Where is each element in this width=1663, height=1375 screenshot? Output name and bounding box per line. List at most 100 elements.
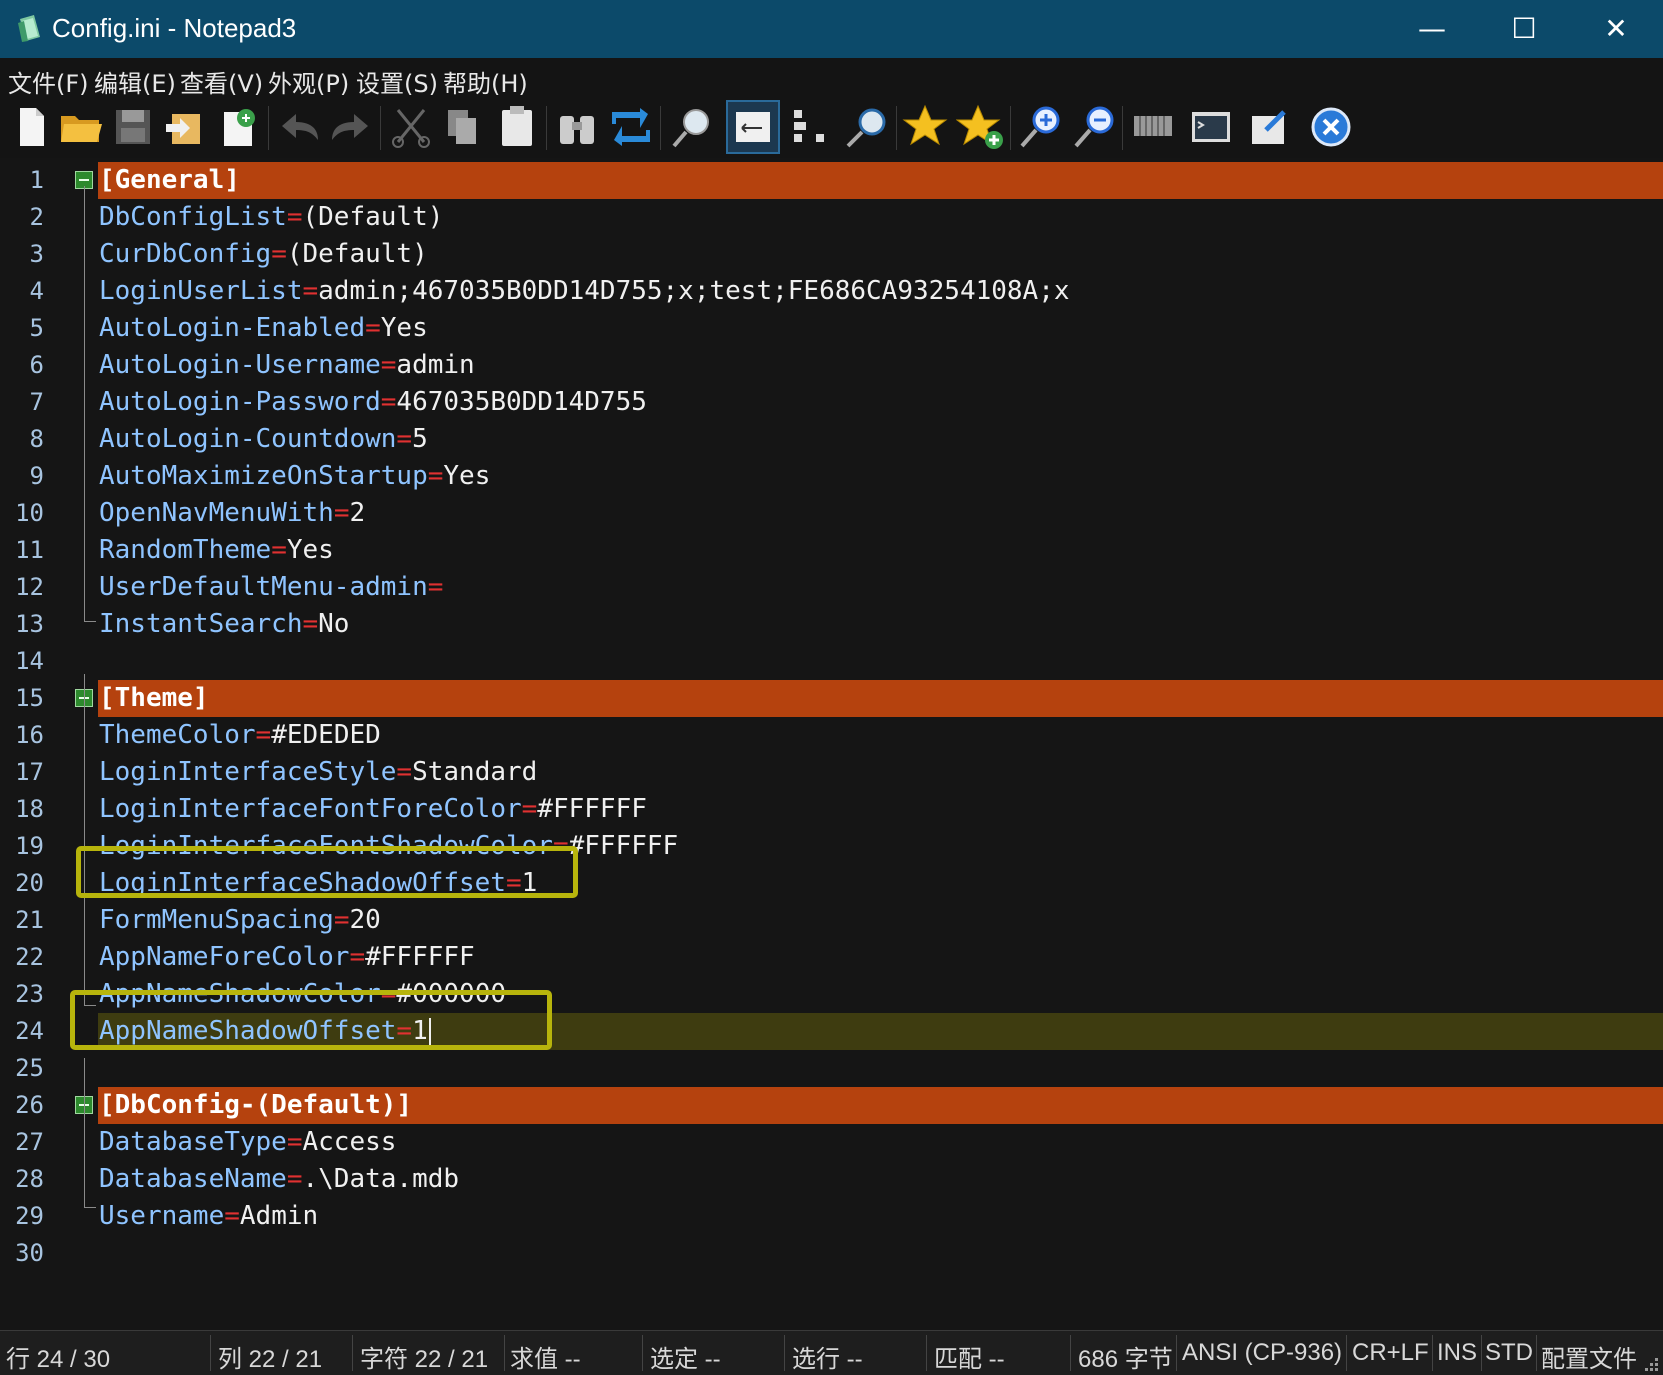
redo-icon[interactable] (326, 102, 376, 152)
add-bookmark-star-icon[interactable] (956, 102, 1006, 152)
paste-icon[interactable] (492, 102, 542, 152)
replace-icon[interactable] (606, 102, 656, 152)
menu-help[interactable]: 帮助(H) (443, 64, 528, 99)
save-as-icon[interactable] (160, 102, 210, 152)
fold-guide (84, 1058, 85, 1207)
find-file-icon[interactable] (214, 102, 264, 152)
code-line[interactable]: 27 DatabaseType=Access (0, 1124, 1663, 1161)
close-button[interactable]: ✕ (1570, 0, 1662, 58)
code-line[interactable]: 25 (0, 1050, 1663, 1087)
maximize-button[interactable]: ☐ (1478, 0, 1570, 58)
resize-grip-icon[interactable] (1643, 1356, 1659, 1372)
code-line[interactable]: 22 AppNameForeColor=#FFFFFF (0, 939, 1663, 976)
code-line[interactable]: 26 [DbConfig-(Default)] (0, 1087, 1663, 1124)
ini-equals: = (349, 942, 366, 972)
code-line[interactable]: 3 CurDbConfig=(Default) (0, 236, 1663, 273)
code-text: AutoLogin-Countdown=5 (99, 423, 428, 455)
code-line[interactable]: 14 (0, 643, 1663, 680)
code-line[interactable]: 12 UserDefaultMenu-admin= (0, 569, 1663, 606)
status-file-size[interactable]: 686 字节 (1078, 1339, 1173, 1374)
new-file-icon[interactable] (6, 102, 56, 152)
word-wrap-icon[interactable] (726, 100, 780, 154)
status-selection[interactable]: 选定 -- (650, 1339, 721, 1374)
exit-icon[interactable] (1306, 102, 1356, 152)
code-line[interactable]: 17 LoginInterfaceStyle=Standard (0, 754, 1663, 791)
code-line[interactable]: 9 AutoMaximizeOnStartup=Yes (0, 458, 1663, 495)
terminal-icon[interactable] (1186, 102, 1236, 152)
code-line[interactable]: 1 [General] (0, 162, 1663, 199)
ini-value: Access (302, 1127, 397, 1157)
status-ovr[interactable]: INS (1437, 1339, 1477, 1367)
undo-icon[interactable] (274, 102, 324, 152)
menu-file[interactable]: 文件(F) (8, 64, 89, 99)
status-mode[interactable]: STD (1485, 1339, 1533, 1367)
line-number: 9 (29, 462, 44, 490)
ini-key: UserDefaultMenu-admin (99, 572, 428, 602)
status-column[interactable]: 列 22 / 21 (218, 1339, 322, 1374)
line-number: 8 (29, 425, 44, 453)
section-header: [DbConfig-(Default)] (99, 1090, 413, 1120)
title-bar[interactable]: Config.ini - Notepad3 — ☐ ✕ (0, 0, 1663, 58)
find-next-icon[interactable] (842, 102, 892, 152)
status-separator (1481, 1335, 1482, 1371)
code-line[interactable]: 7 AutoLogin-Password=467035B0DD14D755 (0, 384, 1663, 421)
cut-icon[interactable] (386, 102, 436, 152)
line-number: 29 (15, 1202, 44, 1230)
status-encoding[interactable]: ANSI (CP-936) (1182, 1339, 1342, 1367)
bookmark-star-icon[interactable] (900, 102, 950, 152)
zoom-search-icon[interactable] (668, 102, 718, 152)
code-line[interactable]: 30 (0, 1235, 1663, 1272)
code-text: RandomTheme=Yes (99, 534, 334, 566)
save-icon[interactable] (108, 102, 158, 152)
fold-guide (84, 674, 85, 1005)
code-text: AutoLogin-Password=467035B0DD14D755 (99, 386, 647, 418)
find-icon[interactable] (552, 102, 602, 152)
schema-icon[interactable] (1128, 102, 1178, 152)
open-folder-icon[interactable] (56, 102, 106, 152)
code-line[interactable]: 16 ThemeColor=#EDEDED (0, 717, 1663, 754)
code-line[interactable]: 2 DbConfigList=(Default) (0, 199, 1663, 236)
notepad3-app-icon (18, 15, 40, 42)
status-selected-lines[interactable]: 选行 -- (792, 1339, 863, 1374)
fold-guide-end (84, 1207, 96, 1208)
section-highlight (98, 680, 1663, 717)
ini-value: 5 (412, 424, 428, 454)
menu-edit[interactable]: 编辑(E) (94, 64, 176, 99)
editor-area[interactable]: 1 [General] 2 DbConfigList=(Default) 3 CurDbC… (0, 158, 1663, 1330)
minimize-button[interactable]: — (1386, 0, 1478, 58)
status-char[interactable]: 字符 22 / 21 (360, 1339, 488, 1374)
pin-icon[interactable] (1244, 102, 1294, 152)
ini-key: AutoLogin-Password (99, 387, 381, 417)
copy-icon[interactable] (438, 102, 488, 152)
code-line[interactable]: 8 AutoLogin-Countdown=5 (0, 421, 1663, 458)
ini-key: AppNameForeColor (99, 942, 350, 972)
code-line[interactable]: 5 AutoLogin-Enabled=Yes (0, 310, 1663, 347)
code-line[interactable]: 6 AutoLogin-Username=admin (0, 347, 1663, 384)
code-line[interactable]: 15 [Theme] (0, 680, 1663, 717)
status-separator (1346, 1335, 1347, 1371)
menu-view[interactable]: 查看(V) (180, 64, 263, 99)
status-scheme[interactable]: 配置文件 (1541, 1339, 1637, 1374)
code-text: LoginUserList=admin;467035B0DD14D755;x;t… (99, 275, 1070, 307)
zoom-in-icon[interactable] (1016, 102, 1066, 152)
code-line[interactable]: 13 InstantSearch=No (0, 606, 1663, 643)
code-text: InstantSearch=No (99, 608, 349, 640)
line-number: 26 (15, 1091, 44, 1119)
menu-settings[interactable]: 设置(S) (356, 64, 438, 99)
status-eol[interactable]: CR+LF (1352, 1339, 1429, 1367)
status-separator (784, 1335, 785, 1371)
status-match[interactable]: 匹配 -- (934, 1339, 1005, 1374)
code-line[interactable]: 28 DatabaseName=.\Data.mdb (0, 1161, 1663, 1198)
code-line[interactable]: 10 OpenNavMenuWith=2 (0, 495, 1663, 532)
status-line[interactable]: 行 24 / 30 (6, 1339, 110, 1374)
sort-icon[interactable] (786, 102, 836, 152)
code-line[interactable]: 4 LoginUserList=admin;467035B0DD14D755;x;… (0, 273, 1663, 310)
zoom-out-icon[interactable] (1070, 102, 1120, 152)
status-bar: 行 24 / 30 列 22 / 21 字符 22 / 21 求值 -- 选定 … (0, 1330, 1663, 1375)
code-line[interactable]: 11 RandomTheme=Yes (0, 532, 1663, 569)
code-line[interactable]: 29 Username=Admin (0, 1198, 1663, 1235)
code-line[interactable]: 18 LoginInterfaceFontForeColor=#FFFFFF (0, 791, 1663, 828)
code-line[interactable]: 21 FormMenuSpacing=20 (0, 902, 1663, 939)
status-eval[interactable]: 求值 -- (510, 1339, 581, 1374)
menu-appearance[interactable]: 外观(P) (268, 64, 349, 99)
